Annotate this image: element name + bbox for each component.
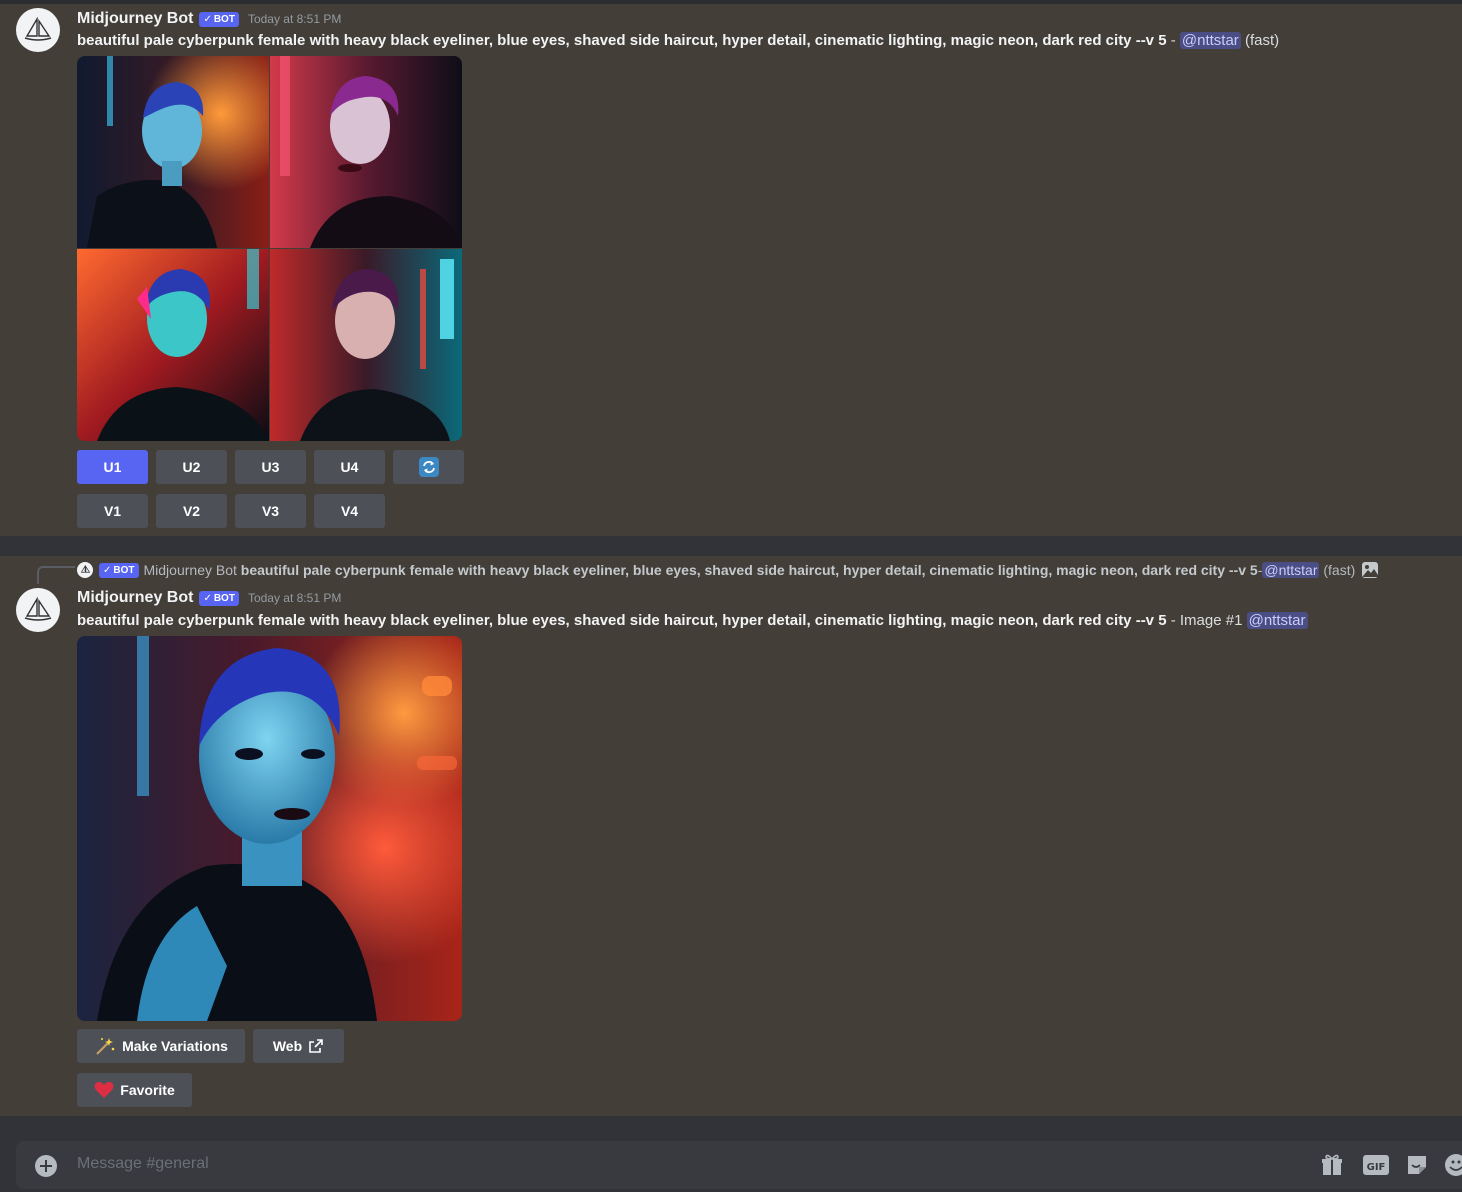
bot-badge: ✓ BOT (99, 562, 139, 578)
svg-text:GIF: GIF (1367, 1162, 1386, 1173)
image-label: - Image #1 (1166, 612, 1247, 629)
sailboat-icon (24, 17, 52, 41)
avatar[interactable] (16, 588, 60, 632)
upscale-2-button[interactable]: U2 (156, 450, 227, 484)
external-link-icon (309, 1039, 323, 1053)
gift-icon[interactable] (1320, 1153, 1344, 1177)
web-button[interactable]: Web (253, 1029, 344, 1063)
prompt-text: beautiful pale cyberpunk female with hea… (77, 32, 1167, 49)
add-attachment-icon[interactable] (34, 1154, 58, 1178)
message-content: beautiful pale cyberpunk female with hea… (77, 32, 1280, 49)
image-icon (1362, 562, 1379, 578)
username[interactable]: Midjourney Bot (77, 589, 193, 607)
message-content: beautiful pale cyberpunk female with hea… (77, 612, 1308, 629)
reply-prompt: beautiful pale cyberpunk female with hea… (240, 562, 1258, 578)
check-icon: ✓ (103, 564, 112, 576)
reply-reference[interactable]: ✓ BOT Midjourney Bot beautiful pale cyber… (77, 561, 1379, 579)
favorite-button[interactable]: Favorite (77, 1073, 192, 1107)
variation-3-button[interactable]: V3 (235, 494, 306, 528)
heart-icon (94, 1081, 114, 1098)
message-grid: Midjourney Bot ✓ BOT Today at 8:51 PM bea… (0, 4, 1462, 536)
upscaled-image[interactable] (77, 636, 462, 1021)
mode-label: (fast) (1244, 32, 1280, 49)
username[interactable]: Midjourney Bot (77, 10, 193, 28)
magic-wand-icon (96, 1038, 115, 1055)
reply-avatar (77, 562, 93, 578)
reply-connector (37, 566, 75, 584)
prompt-text: beautiful pale cyberpunk female with hea… (77, 612, 1167, 629)
timestamp: Today at 8:51 PM (247, 591, 342, 605)
timestamp: Today at 8:51 PM (247, 12, 342, 26)
sailboat-icon (24, 597, 52, 621)
grid-image-3[interactable] (77, 249, 269, 441)
check-icon: ✓ (203, 592, 212, 604)
grid-image-4[interactable] (270, 249, 462, 441)
grid-image-2[interactable] (270, 56, 462, 248)
image-grid[interactable] (77, 56, 462, 441)
variation-2-button[interactable]: V2 (156, 494, 227, 528)
bot-badge: ✓ BOT (199, 590, 239, 606)
avatar[interactable] (16, 8, 60, 52)
emoji-icon[interactable] (1444, 1153, 1462, 1177)
variation-1-button[interactable]: V1 (77, 494, 148, 528)
grid-image-1[interactable] (77, 56, 269, 248)
message-header: Midjourney Bot ✓ BOT Today at 8:51 PM (77, 587, 341, 609)
user-mention[interactable]: @nttstar (1246, 612, 1308, 629)
user-mention[interactable]: @nttstar (1262, 562, 1320, 578)
message-header: Midjourney Bot ✓ BOT Today at 8:51 PM (77, 8, 341, 30)
sailboat-icon (80, 565, 90, 573)
refresh-icon (418, 457, 439, 477)
variation-4-button[interactable]: V4 (314, 494, 385, 528)
user-mention[interactable]: @nttstar (1179, 32, 1241, 49)
reply-username[interactable]: Midjourney Bot (144, 562, 237, 578)
gif-icon[interactable]: GIF (1362, 1153, 1390, 1177)
reroll-button[interactable] (393, 450, 464, 484)
upscale-4-button[interactable]: U4 (314, 450, 385, 484)
message-input-box[interactable] (16, 1141, 1462, 1189)
upscale-3-button[interactable]: U3 (235, 450, 306, 484)
check-icon: ✓ (203, 13, 212, 25)
bot-badge: ✓ BOT (199, 11, 239, 27)
upscale-1-button[interactable]: U1 (77, 450, 148, 484)
sticker-icon[interactable] (1405, 1153, 1429, 1177)
message-input[interactable]: Message #general (77, 1155, 209, 1173)
make-variations-button[interactable]: Make Variations (77, 1029, 245, 1063)
